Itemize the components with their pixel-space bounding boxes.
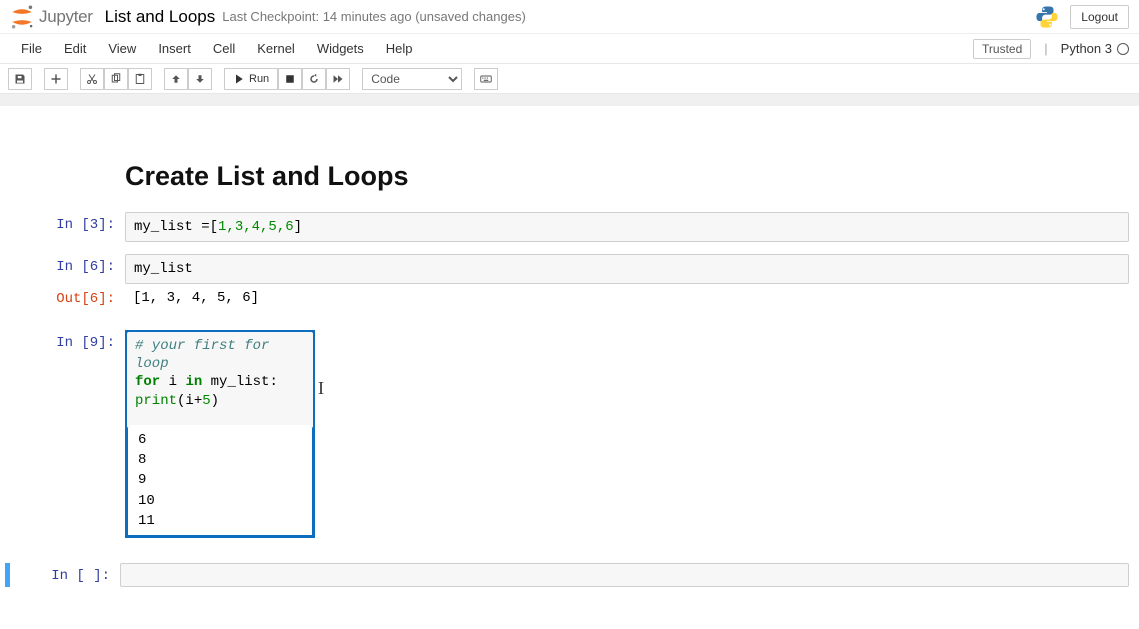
kernel-name-label: Python 3 <box>1061 41 1112 56</box>
paste-icon <box>134 73 146 85</box>
copy-button[interactable] <box>104 68 128 90</box>
input-prompt: In [6]: <box>10 254 125 284</box>
run-label: Run <box>249 73 269 85</box>
menu-file[interactable]: File <box>10 34 53 64</box>
interrupt-button[interactable] <box>278 68 302 90</box>
input-prompt: In [ ]: <box>10 563 120 587</box>
python-icon <box>1034 4 1060 30</box>
save-button[interactable] <box>8 68 32 90</box>
command-palette-button[interactable] <box>474 68 498 90</box>
move-up-button[interactable] <box>164 68 188 90</box>
page-title: Create List and Loops <box>125 161 1129 192</box>
menu-edit[interactable]: Edit <box>53 34 97 64</box>
input-prompt: In [3]: <box>10 212 125 242</box>
trusted-badge[interactable]: Trusted <box>973 39 1031 59</box>
code-input[interactable] <box>120 563 1129 587</box>
arrow-down-icon <box>194 73 206 85</box>
menu-cell[interactable]: Cell <box>202 34 246 64</box>
code-cell[interactable]: In [3]: my_list =[1,3,4,5,6] <box>10 212 1129 242</box>
code-input[interactable]: my_list <box>125 254 1129 284</box>
copy-icon <box>110 73 122 85</box>
checkpoint-status: Last Checkpoint: 14 minutes ago (unsaved… <box>222 9 526 24</box>
kernel-indicator[interactable]: Python 3 <box>1061 41 1129 56</box>
run-button[interactable]: Run <box>224 68 278 90</box>
code-cell-selected[interactable]: In [ ]: <box>5 563 1129 587</box>
restart-button[interactable] <box>302 68 326 90</box>
notebook-name[interactable]: List and Loops <box>105 7 216 27</box>
output-row: Out[6]: [1, 3, 4, 5, 6] <box>10 286 1129 312</box>
separator-strip <box>0 94 1139 106</box>
keyboard-icon <box>480 73 492 85</box>
code-input[interactable]: my_list =[1,3,4,5,6] <box>125 212 1129 242</box>
paste-button[interactable] <box>128 68 152 90</box>
restart-run-button[interactable] <box>326 68 350 90</box>
cell-output: 6 8 9 10 11 <box>130 425 310 533</box>
add-cell-button[interactable] <box>44 68 68 90</box>
menu-insert[interactable]: Insert <box>147 34 202 64</box>
separator: | <box>1044 41 1047 56</box>
jupyter-logo[interactable]: Jupyter <box>8 3 93 31</box>
menu-kernel[interactable]: Kernel <box>246 34 306 64</box>
notebook-header: Jupyter List and Loops Last Checkpoint: … <box>0 0 1139 34</box>
move-down-button[interactable] <box>188 68 212 90</box>
jupyter-icon <box>8 3 36 31</box>
cell-output: [1, 3, 4, 5, 6] <box>125 286 1129 312</box>
input-prompt: In [9]: <box>10 330 125 538</box>
notebook-container: Create List and Loops In [3]: my_list =[… <box>0 106 1139 629</box>
cut-button[interactable] <box>80 68 104 90</box>
plus-icon <box>50 73 62 85</box>
menu-widgets[interactable]: Widgets <box>306 34 375 64</box>
kernel-idle-icon <box>1117 43 1129 55</box>
jupyter-text: Jupyter <box>39 7 93 27</box>
code-cell[interactable]: In [9]: # your first for loopfor i in my… <box>10 330 1129 538</box>
menu-view[interactable]: View <box>97 34 147 64</box>
cut-icon <box>86 73 98 85</box>
logout-button[interactable]: Logout <box>1070 5 1129 29</box>
save-icon <box>14 73 26 85</box>
code-cell[interactable]: In [6]: my_list <box>10 254 1129 284</box>
cell-type-select[interactable]: Code <box>362 68 462 90</box>
code-input[interactable]: # your first for loopfor i in my_list: p… <box>127 332 313 428</box>
restart-icon <box>308 73 320 85</box>
output-prompt: Out[6]: <box>10 286 125 312</box>
menu-help[interactable]: Help <box>375 34 424 64</box>
text-cursor-icon: I <box>318 378 324 399</box>
fast-forward-icon <box>332 73 344 85</box>
arrow-up-icon <box>170 73 182 85</box>
markdown-cell[interactable]: Create List and Loops <box>125 161 1129 192</box>
highlighted-region: # your first for loopfor i in my_list: p… <box>125 330 315 538</box>
stop-icon <box>284 73 296 85</box>
toolbar: Run Code <box>0 64 1139 94</box>
menubar: File Edit View Insert Cell Kernel Widget… <box>0 34 1139 64</box>
play-icon <box>233 73 245 85</box>
